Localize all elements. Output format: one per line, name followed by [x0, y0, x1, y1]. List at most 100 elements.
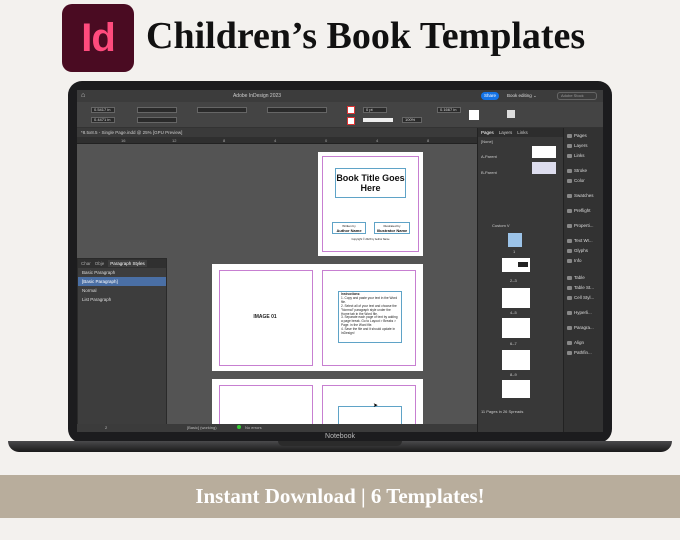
fill-swatch-icon[interactable]	[347, 106, 355, 114]
rotation-field[interactable]	[197, 107, 247, 113]
page-size-label[interactable]: Custom V	[492, 223, 510, 228]
page-thumb[interactable]	[516, 350, 530, 370]
style-group-label: Basic Paragraph	[82, 270, 116, 275]
dock-properties[interactable]: Properti...	[567, 223, 594, 228]
dock-hyperlinks[interactable]: Hyperli...	[567, 310, 592, 315]
master-none[interactable]: [None]	[481, 139, 493, 144]
master-a-thumb[interactable]	[532, 146, 544, 158]
dock-paragraph[interactable]: Paragra...	[567, 325, 594, 330]
image-page[interactable]: IMAGE 01	[212, 264, 318, 371]
properties-icon	[567, 223, 572, 228]
text-frame-options-icon[interactable]	[507, 110, 515, 118]
tab-pages[interactable]: Pages	[481, 130, 494, 135]
author-frame[interactable]: Written by Author Name	[332, 222, 366, 234]
stroke-swatch-icon[interactable]	[347, 117, 355, 125]
illustrator-frame[interactable]: Illustrated by Illustrator Name	[374, 222, 410, 234]
cover-page[interactable]: Book Title Goes Here Written by Author N…	[318, 152, 423, 256]
spread-label: 8–9	[510, 372, 517, 377]
style-item[interactable]: List Paragraph	[78, 295, 166, 304]
page-thumb[interactable]	[502, 350, 516, 370]
page-thumb[interactable]	[502, 258, 516, 272]
workspace-switcher[interactable]: Book editing ⌄	[507, 93, 537, 99]
next-left-page[interactable]	[212, 379, 318, 432]
y-field[interactable]: 0.4471 in	[91, 117, 115, 123]
next-right-page[interactable]: ➤	[318, 379, 423, 432]
page-number[interactable]: 2	[105, 425, 107, 430]
dock-label: Glyphs	[574, 248, 589, 253]
dock-pages[interactable]: Pages	[567, 133, 587, 138]
pathfinder-icon	[567, 350, 572, 355]
style-item[interactable]: Normal	[78, 286, 166, 295]
text-page[interactable]: Instructions: 1. Copy and paste your tex…	[318, 264, 423, 371]
dock-label: Stroke	[574, 168, 588, 173]
title-frame[interactable]: Book Title Goes Here	[335, 168, 406, 198]
ruler-tick: 12	[172, 138, 177, 143]
dock-table[interactable]: Table	[567, 275, 585, 280]
dock-label: Align	[574, 340, 585, 345]
instructions-frame[interactable]: Instructions: 1. Copy and paste your tex…	[338, 291, 402, 343]
page-thumb[interactable]	[516, 288, 530, 308]
master-b[interactable]: B-Parent	[481, 170, 497, 175]
dock-stroke[interactable]: Stroke	[567, 168, 587, 173]
dock-align[interactable]: Align	[567, 340, 584, 345]
style-item[interactable]: [Basic Paragraph]	[78, 277, 166, 286]
spread-label: 4–5	[510, 310, 517, 315]
pages-count: 11 Pages in 26 Spreads	[481, 409, 524, 414]
tab-object[interactable]: Obje	[95, 261, 105, 266]
x-field[interactable]: 0.5417 in	[91, 107, 115, 113]
page-thumb[interactable]	[516, 258, 530, 272]
tab-character[interactable]: Char	[81, 261, 91, 266]
dock-label: Hyperli...	[574, 310, 592, 315]
ruler-tick: 16	[121, 138, 126, 143]
dock-links[interactable]: Links	[567, 153, 585, 158]
dock-swatches[interactable]: Swatches	[567, 193, 594, 198]
document-tab[interactable]: *8.5x8.5 - Single Page.indd @ 25% [GPU P…	[77, 128, 477, 137]
stock-search-input[interactable]: Adobe Stock	[557, 92, 597, 100]
control-bar: 0.5417 in 0.4471 in 0.1667 in 100% 0 pt	[77, 102, 603, 128]
tab-links[interactable]: Links	[517, 130, 528, 135]
author-name: Author Name	[336, 228, 362, 233]
dock-pathfinder[interactable]: Pathfin...	[567, 350, 592, 355]
page-thumb[interactable]	[502, 380, 516, 398]
tab-layers[interactable]: Layers	[499, 130, 513, 135]
page-thumb[interactable]	[516, 318, 530, 338]
paragraph-icon	[567, 325, 572, 330]
stroke-field[interactable]: 0 pt	[363, 107, 387, 113]
spread-label: 6–7	[510, 341, 517, 346]
dock-info[interactable]: Info	[567, 258, 582, 263]
dock-table-styles[interactable]: Table St...	[567, 285, 594, 290]
window-title: Adobe InDesign 2023	[232, 93, 282, 99]
page-thumb-cover[interactable]	[508, 233, 522, 247]
dock-layers[interactable]: Layers	[567, 143, 588, 148]
laptop-screen: ⌂ Adobe InDesign 2023 Share Book editing…	[77, 90, 603, 432]
master-b-thumb[interactable]	[544, 162, 556, 174]
tab-paragraph-styles[interactable]: Paragraph Styles	[108, 260, 147, 267]
stroke-style-icon[interactable]	[363, 118, 393, 122]
canvas-pasteboard[interactable]: Book Title Goes Here Written by Author N…	[77, 144, 477, 432]
width-field[interactable]	[137, 107, 177, 113]
links-icon	[567, 153, 572, 158]
master-a-thumb[interactable]	[544, 146, 556, 158]
page-thumb[interactable]	[516, 380, 530, 398]
dock-text-wrap[interactable]: Text Wr...	[567, 238, 593, 243]
master-a[interactable]: A-Parent	[481, 154, 497, 159]
dock-preflight[interactable]: Preflight	[567, 208, 591, 213]
height-field[interactable]	[137, 117, 177, 123]
image-placeholder-label: IMAGE 01	[253, 314, 277, 320]
shear-field[interactable]	[267, 107, 327, 113]
frame-fitting-icon[interactable]	[469, 110, 479, 120]
master-b-thumb[interactable]	[532, 162, 544, 174]
info-icon	[567, 258, 572, 263]
dock-cell-styles[interactable]: Cell Styl...	[567, 295, 594, 300]
stroke-weight-field[interactable]: 0.1667 in	[437, 107, 461, 113]
share-button[interactable]: Share	[481, 92, 499, 100]
laptop-hinge	[278, 441, 402, 446]
dock-glyphs[interactable]: Glyphs	[567, 248, 588, 253]
page-thumb[interactable]	[502, 288, 516, 308]
dock-label: Info	[574, 258, 582, 263]
scale-field[interactable]: 100%	[402, 117, 422, 123]
page-thumb[interactable]	[502, 318, 516, 338]
dock-color[interactable]: Color	[567, 178, 585, 183]
hyperlinks-icon	[567, 310, 572, 315]
preflight-profile[interactable]: [Basic] (working)	[187, 425, 217, 430]
